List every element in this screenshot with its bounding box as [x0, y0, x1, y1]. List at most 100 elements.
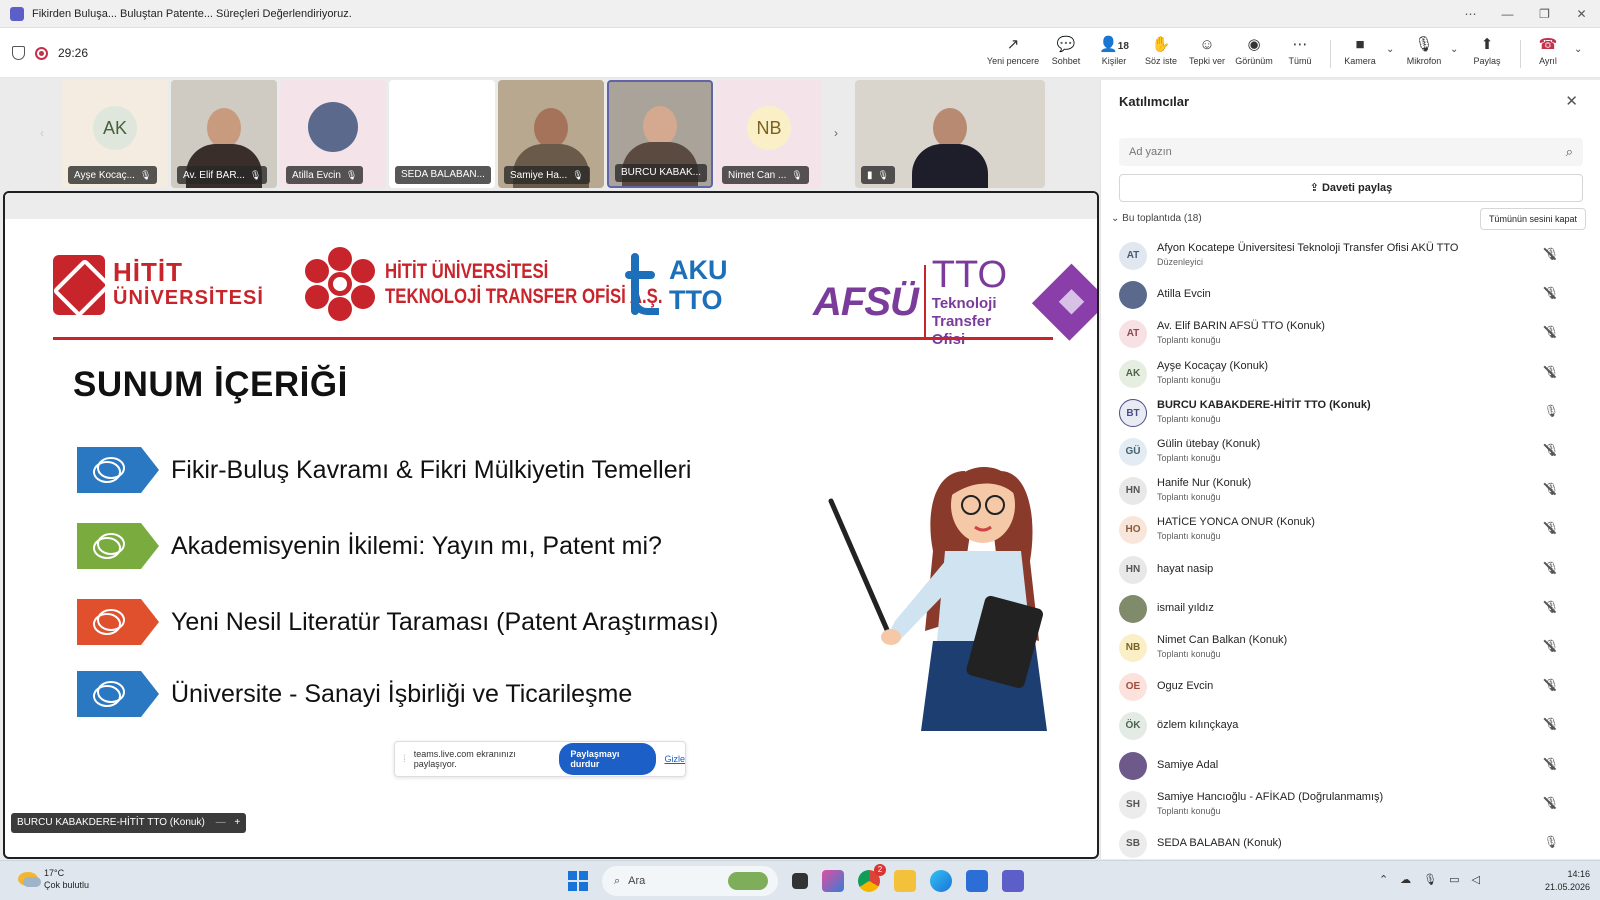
- system-tray: ⌃ ☁ 🎙 ▭ ◁: [1379, 873, 1480, 886]
- taskbar-search[interactable]: ⌕ Ara: [602, 866, 778, 896]
- microphone-button[interactable]: 🎙 Mikrofon: [1396, 34, 1452, 74]
- close-icon[interactable]: ✕: [1565, 92, 1578, 110]
- participant-row[interactable]: SH Samiye Hancıoğlu - AFİKAD (Doğrulanmam…: [1119, 787, 1589, 825]
- store-icon[interactable]: [966, 870, 988, 892]
- chevron-up-icon[interactable]: ⌃: [1379, 873, 1388, 886]
- maximize-button[interactable]: ❐: [1526, 0, 1563, 28]
- participant-row[interactable]: ÖK özlem kılınçkaya 🎙: [1119, 708, 1589, 746]
- participant-role: Toplantı konuğu: [1157, 531, 1221, 542]
- start-icon[interactable]: [568, 871, 588, 891]
- avatar: AT: [1119, 242, 1147, 270]
- chat-bubble-icon: [77, 671, 159, 717]
- participant-tile[interactable]: AK Ayşe Kocaç... 🎙: [62, 80, 168, 188]
- participant-row[interactable]: AK Ayşe Kocaçay (Konuk) Toplantı konuğu 🎙: [1119, 356, 1589, 394]
- share-invite-button[interactable]: ⇪ Daveti paylaş: [1119, 174, 1583, 202]
- active-speaker-tile[interactable]: BURCU KABAK...: [607, 80, 713, 188]
- participant-name: Samiye Adal: [1157, 758, 1219, 771]
- volume-icon[interactable]: ◁: [1472, 873, 1480, 886]
- participant-role: Toplantı konuğu: [1157, 492, 1221, 503]
- teacher-illustration: [828, 466, 1047, 731]
- window-titlebar: Fikirden Buluşa... Buluştan Patente... S…: [0, 0, 1600, 28]
- hide-link[interactable]: Gizle: [664, 754, 685, 764]
- network-icon[interactable]: ▭: [1449, 873, 1459, 886]
- agenda-item: Yeni Nesil Literatür Taraması (Patent Ar…: [77, 599, 718, 645]
- minimize-icon[interactable]: —: [216, 817, 226, 828]
- participant-row[interactable]: Atilla Evcin 🎙: [1119, 277, 1589, 315]
- participant-tile[interactable]: Av. Elif BAR... 🎙: [171, 80, 277, 188]
- in-meeting-section-header[interactable]: ⌄ Bu toplantıda (18): [1111, 213, 1202, 224]
- copilot-icon[interactable]: [822, 870, 844, 892]
- self-view-tile[interactable]: ▮ 🎙: [855, 80, 1045, 188]
- microphone-icon[interactable]: 🎙: [1423, 873, 1437, 886]
- weather-widget[interactable]: 17°C Çok bulutlu: [18, 867, 89, 891]
- participant-row[interactable]: NB Nimet Can Balkan (Konuk) Toplantı konuğ…: [1119, 630, 1589, 668]
- close-window-button[interactable]: ✕: [1563, 0, 1600, 28]
- camera-options-chevron-icon[interactable]: ⌄: [1386, 44, 1394, 55]
- participant-name: ismail yıldız: [1157, 601, 1214, 614]
- participant-tile[interactable]: Atilla Evcin 🎙: [280, 80, 386, 188]
- mic-off-icon: 🎙: [1543, 756, 1559, 771]
- edge-icon[interactable]: [930, 870, 952, 892]
- participant-row[interactable]: OE Oguz Evcin 🎙: [1119, 669, 1589, 707]
- mic-off-icon: 🎙: [1543, 639, 1559, 653]
- cloud-icon: [18, 872, 41, 887]
- participant-row[interactable]: AT Afyon Kocatepe Üniversitesi Teknoloji …: [1119, 238, 1589, 276]
- more-actions-button[interactable]: ⋯ Tümü: [1272, 34, 1328, 74]
- more-options-button[interactable]: ⋯: [1452, 0, 1489, 28]
- participant-row[interactable]: Samiye Adal 🎙: [1119, 748, 1589, 786]
- participant-name: Oguz Evcin: [1157, 680, 1214, 693]
- meeting-toolbar: 29:26 ↗ Yeni pencere 💬 Sohbet 👤18 Kişiler ✋…: [0, 28, 1600, 78]
- avatar: AK: [1119, 359, 1147, 388]
- participant-row[interactable]: HO HATİCE YONCA ONUR (Konuk) Toplantı konu…: [1119, 512, 1589, 550]
- new-window-button[interactable]: ↗ Yeni pencere: [985, 34, 1041, 74]
- stop-sharing-button[interactable]: Paylaşmayı durdur: [559, 743, 657, 775]
- participant-tile[interactable]: NB Nimet Can ... 🎙: [716, 80, 822, 188]
- share-button[interactable]: ⬆ Paylaş: [1459, 34, 1515, 74]
- mic-off-icon: 🎙: [1543, 560, 1559, 575]
- chrome-icon[interactable]: 2: [858, 864, 886, 892]
- participant-row[interactable]: AT Av. Elif BARIN AFSÜ TTO (Konuk) Toplant…: [1119, 316, 1589, 354]
- mic-off-icon: 🎙: [1543, 325, 1559, 340]
- search-icon: ⌕: [1565, 144, 1573, 159]
- chat-bubble-icon: [77, 523, 159, 569]
- search-input[interactable]: Ad yazın ⌕: [1119, 138, 1583, 166]
- file-explorer-icon[interactable]: [894, 870, 916, 892]
- plus-icon[interactable]: +: [234, 817, 240, 828]
- chevron-down-icon: ⌄: [1111, 213, 1120, 224]
- avatar: [308, 102, 358, 152]
- minimize-button[interactable]: —: [1489, 0, 1526, 28]
- shield-icon[interactable]: [12, 46, 25, 60]
- participant-role: Toplantı konuğu: [1157, 413, 1221, 424]
- participant-row[interactable]: GÜ Gülin ütebay (Konuk) Toplantı konuğu 🎙: [1119, 434, 1589, 472]
- leave-button[interactable]: ☎ Ayrıl: [1520, 34, 1576, 74]
- hang-up-icon: ☎: [1538, 36, 1558, 53]
- participant-row[interactable]: SB SEDA BALABAN (Konuk) 🎙: [1119, 826, 1589, 864]
- cloud-sync-icon[interactable]: ☁: [1400, 873, 1411, 886]
- mute-all-button[interactable]: Tümünün sesini kapat: [1479, 208, 1586, 230]
- participant-name: BURCU KABAKDERE-HİTİT TTO (Konuk): [1157, 398, 1371, 411]
- participant-row[interactable]: HN hayat nasip 🎙: [1119, 552, 1589, 590]
- avatar: [1119, 594, 1147, 623]
- avatar: BT: [1119, 398, 1147, 427]
- clock[interactable]: 14:16 21.05.2026: [1545, 868, 1590, 894]
- task-view-icon[interactable]: [792, 873, 808, 889]
- participant-tile[interactable]: SEDA BALABAN...: [389, 80, 495, 188]
- agenda-item-label: Akademisyenin İkilemi: Yayın mı, Patent …: [171, 531, 662, 560]
- mic-off-icon: 🎙: [249, 170, 262, 180]
- slide-heading: SUNUM İÇERİĞİ: [73, 365, 348, 404]
- participant-tile-name: BURCU KABAK...: [621, 167, 702, 178]
- camera-button[interactable]: ■ Kamera: [1332, 34, 1388, 74]
- drag-handle-icon[interactable]: ⁞: [403, 754, 406, 765]
- agenda-item-label: Üniversite - Sanayi İşbirliği ve Ticaril…: [171, 679, 633, 708]
- leave-options-chevron-icon[interactable]: ⌄: [1574, 44, 1582, 55]
- mic-options-chevron-icon[interactable]: ⌄: [1450, 44, 1458, 55]
- gallery-prev-icon[interactable]: ‹: [40, 126, 44, 140]
- participant-row[interactable]: HN Hanife Nur (Konuk) Toplantı konuğu 🎙: [1119, 473, 1589, 511]
- chat-bubble-icon: [77, 447, 159, 493]
- participant-row[interactable]: BT BURCU KABAKDERE-HİTİT TTO (Konuk) Topla…: [1119, 395, 1589, 433]
- participant-row[interactable]: ismail yıldız 🎙: [1119, 591, 1589, 629]
- gallery-next-icon[interactable]: ›: [834, 126, 838, 140]
- participant-tile[interactable]: Samiye Ha... 🎙: [498, 80, 604, 188]
- search-icon: ⌕: [614, 874, 621, 887]
- teams-icon[interactable]: [1002, 870, 1024, 892]
